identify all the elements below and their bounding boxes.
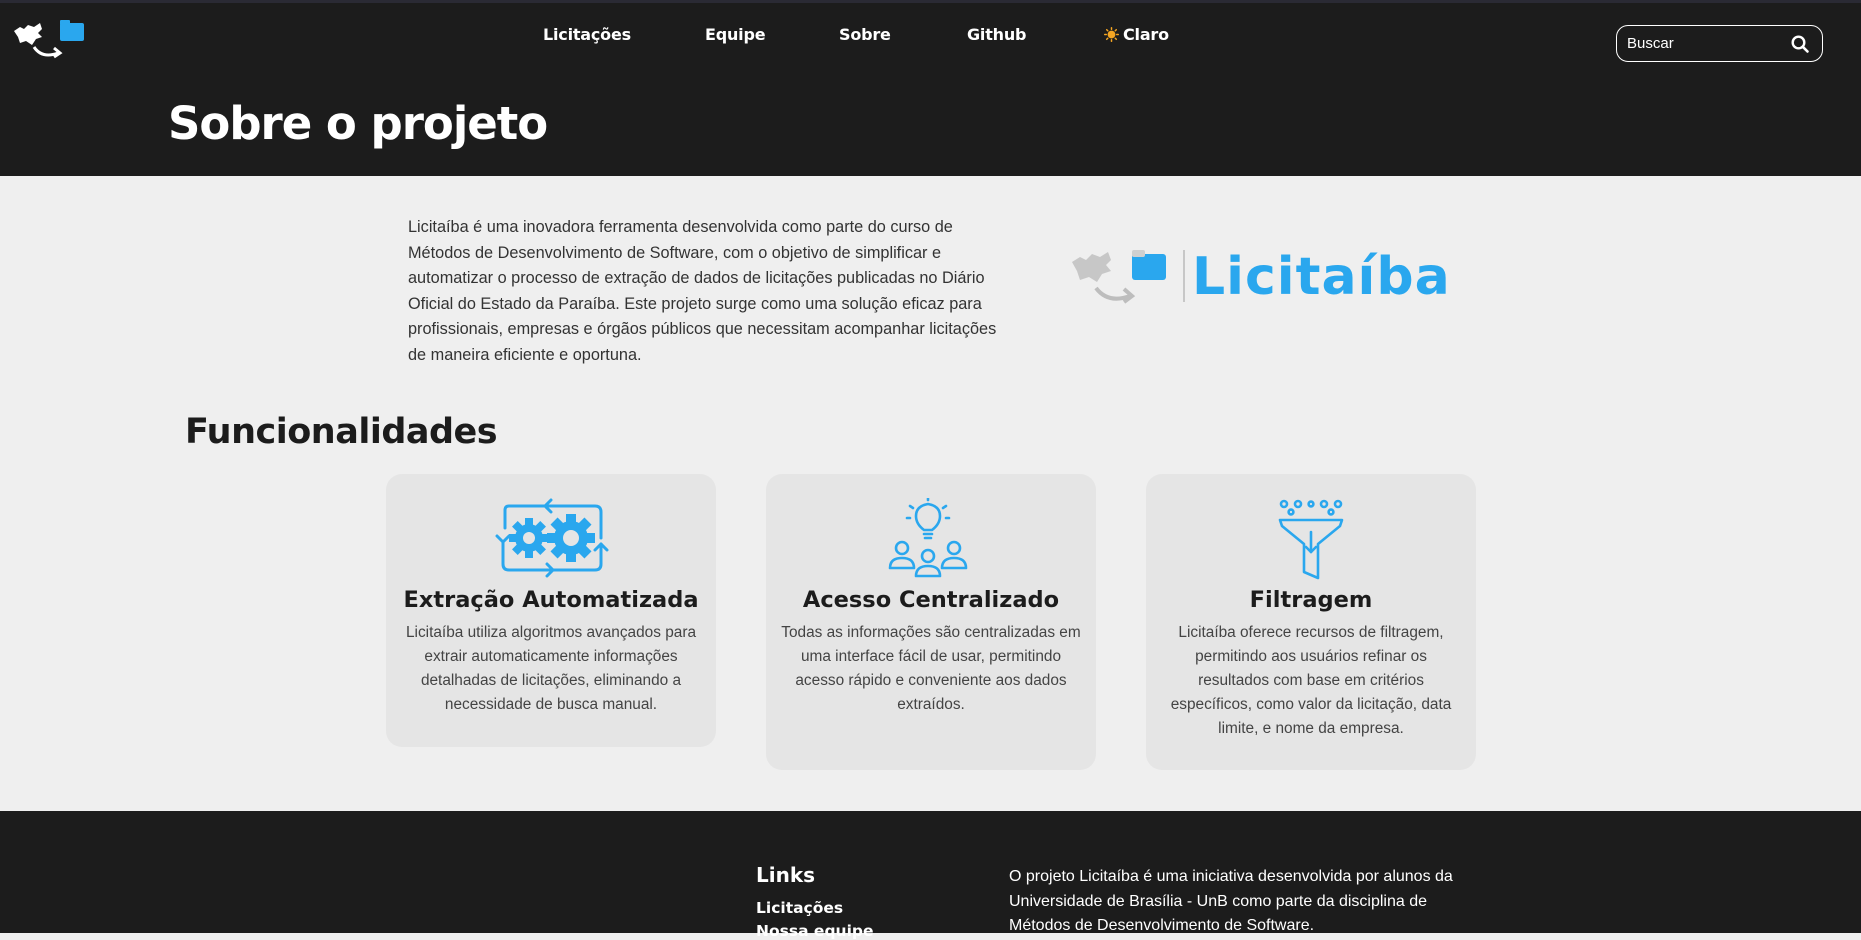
main-nav: Licitações Equipe Sobre Github Claro: [0, 25, 1861, 49]
features-title: Funcionalidades: [185, 412, 498, 452]
nav-licitacoes[interactable]: Licitações: [543, 25, 631, 44]
footer-about-text: O projeto Licitaíba é uma iniciativa des…: [1009, 868, 1453, 934]
footer-link-equipe[interactable]: Nossa equipe: [756, 922, 874, 940]
feature-description: Licitaíba oferece recursos de filtragem,…: [1170, 624, 1452, 737]
feature-card-extraction: Extração Automatizada Licitaíba utiliza …: [386, 474, 716, 747]
footer-links-title: Links: [756, 863, 816, 887]
nav-sobre[interactable]: Sobre: [839, 25, 891, 44]
feature-description: Licitaíba utiliza algoritmos avançados p…: [405, 624, 697, 713]
funnel-filter-icon: [1146, 498, 1476, 582]
search-input[interactable]: [1627, 33, 1787, 53]
sun-icon: [1104, 27, 1119, 46]
feature-title: Extração Automatizada: [403, 587, 699, 613]
feature-description: Todas as informações são centralizadas e…: [781, 624, 1081, 713]
feature-card-filter: Filtragem Licitaíba oferece recursos de …: [1146, 474, 1476, 770]
search-box: [1616, 25, 1823, 62]
page-title: Sobre o projeto: [168, 97, 548, 150]
theme-toggle[interactable]: Claro: [1104, 25, 1169, 46]
footer: Links Licitações Nossa equipe O projeto …: [0, 811, 1861, 940]
theme-toggle-label: Claro: [1123, 25, 1169, 44]
search-icon[interactable]: [1790, 34, 1810, 54]
brand-name: Licitaíba: [1192, 247, 1451, 307]
footer-link-licitacoes[interactable]: Licitações: [756, 899, 843, 917]
feature-title: Acesso Centralizado: [802, 587, 1060, 613]
brand-logo-icon: [1072, 250, 1185, 304]
team-idea-icon: [766, 498, 1096, 582]
feature-title: Filtragem: [1249, 587, 1373, 613]
nav-github[interactable]: Github: [967, 25, 1027, 44]
gears-automation-icon: [386, 498, 716, 582]
feature-card-access: Acesso Centralizado Todas as informações…: [766, 474, 1096, 770]
hero-header: Licitações Equipe Sobre Github Claro Bus…: [0, 0, 1861, 176]
about-description: Licitaíba é uma inovadora ferramenta des…: [408, 218, 997, 364]
nav-equipe[interactable]: Equipe: [705, 25, 766, 44]
